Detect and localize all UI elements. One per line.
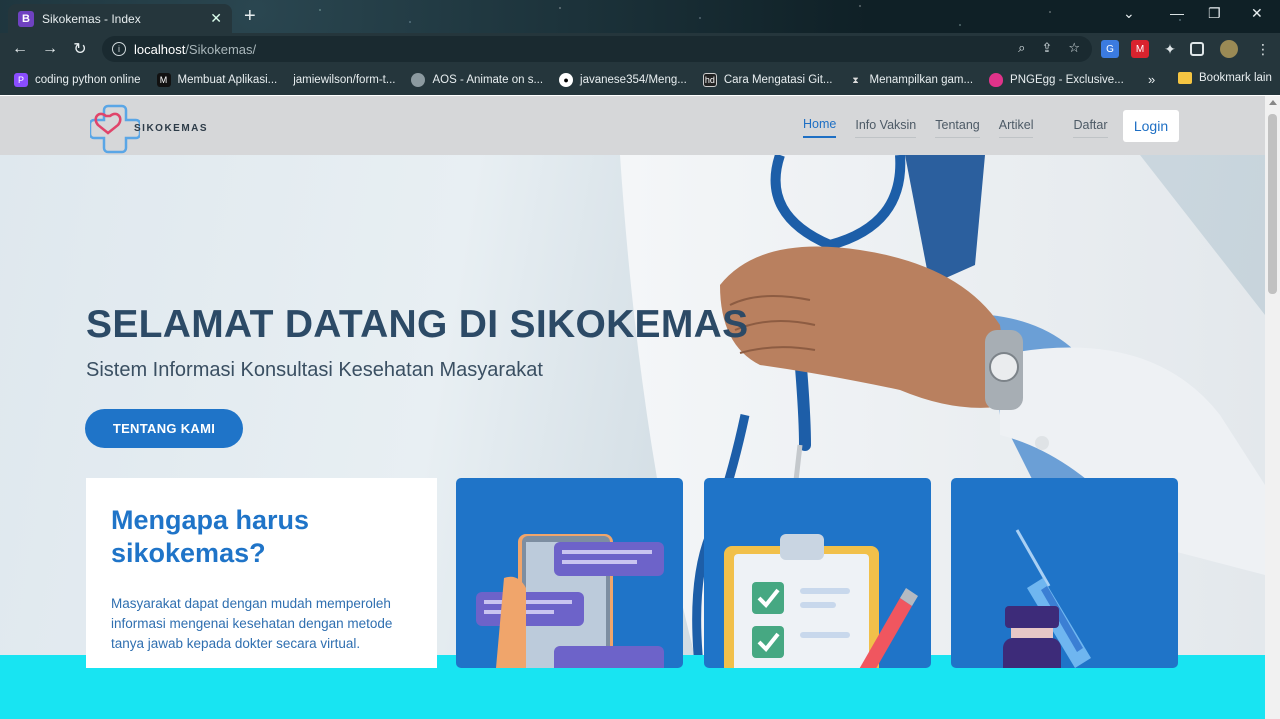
clipboard-checklist-icon	[724, 534, 918, 668]
bookmark-label: Cara Mengatasi Git...	[723, 74, 833, 86]
login-button[interactable]: Login	[1123, 110, 1179, 142]
star-bookmark-icon[interactable]: ☆	[1068, 40, 1080, 56]
back-icon[interactable]: ←	[5, 40, 35, 58]
hourglass-icon: ⧗	[852, 74, 859, 85]
browser-toolbar: ← → ↻ i localhost /Sikokemas/ ⌕ ⇪ ☆	[0, 33, 1280, 65]
more-bookmarks-icon[interactable]: »	[1148, 72, 1155, 87]
scrollbar-thumb[interactable]	[1268, 114, 1277, 294]
hd-icon: hd	[702, 73, 717, 87]
close-window-icon[interactable]: ✕	[1251, 5, 1263, 22]
nav-link-home[interactable]: Home	[803, 117, 837, 138]
bookmark-label: Membuat Aplikasi...	[177, 74, 278, 86]
close-tab-icon[interactable]: ✕	[210, 10, 222, 27]
zoom-icon[interactable]: ⌕	[1018, 40, 1025, 56]
register-link[interactable]: Daftar	[1073, 118, 1108, 138]
forward-icon[interactable]: →	[35, 40, 65, 58]
folder-icon	[1178, 72, 1192, 84]
feature-card-checklist[interactable]	[704, 478, 931, 668]
bookmark-item[interactable]: PNGEgg - Exclusive...	[989, 73, 1124, 87]
bookmark-label: AOS - Animate on s...	[432, 74, 544, 86]
bookmark-label: jamiewilson/form-t...	[293, 74, 396, 86]
globe-icon	[411, 73, 426, 87]
vaccine-syringe-icon	[1003, 529, 1091, 668]
dark-square-icon: M	[156, 73, 171, 87]
extensions-puzzle-icon[interactable]: ✦	[1161, 40, 1179, 58]
heart-cross-logo-icon	[90, 104, 140, 154]
site-navbar: SIKOKEMAS Home Info Vaksin Tentang Artik…	[0, 96, 1265, 155]
bookmark-label: Menampilkan gam...	[869, 74, 974, 86]
site-info-icon[interactable]: i	[112, 42, 126, 56]
bookmark-label: coding python online	[35, 74, 141, 86]
side-panel-icon[interactable]	[1190, 42, 1204, 56]
browser-tab[interactable]: B Sikokemas - Index ✕	[8, 4, 232, 33]
nav-links: Home Info Vaksin Tentang Artikel Daftar	[803, 117, 1127, 138]
tab-title: Sikokemas - Index	[42, 11, 141, 26]
bookmark-item[interactable]: ⧗ Menampilkan gam...	[848, 73, 973, 87]
bookmark-item[interactable]: P coding python online	[14, 73, 141, 87]
menu-kebab-icon[interactable]: ⋮	[1254, 40, 1272, 58]
address-bar[interactable]: i localhost /Sikokemas/ ⌕ ⇪ ☆	[102, 36, 1092, 62]
url-host: localhost	[134, 41, 186, 57]
bookmark-item[interactable]: jamiewilson/form-t...	[293, 74, 395, 86]
why-title: Mengapa harus sikokemas?	[111, 505, 310, 568]
site-logo[interactable]: SIKOKEMAS	[90, 102, 208, 154]
extension-red-icon[interactable]: M	[1131, 40, 1149, 58]
purple-p-icon: P	[14, 73, 28, 87]
page-viewport: SELAMAT DATANG DI SIKOKEMAS Sistem Infor…	[0, 96, 1280, 719]
chat-phone-icon	[476, 534, 664, 668]
browser-tab-strip: B Sikokemas - Index ✕ + ⌄ — ❐ ✕	[0, 0, 1280, 33]
egg-icon	[989, 73, 1004, 87]
restore-icon[interactable]: ❐	[1208, 5, 1221, 22]
why-text: Masyarakat dapat dengan mudah memperoleh…	[111, 595, 393, 652]
bookmarks-bar: P coding python online M Membuat Aplikas…	[0, 65, 1280, 95]
github-icon: ●	[559, 73, 574, 87]
nav-link-tentang[interactable]: Tentang	[935, 118, 980, 138]
hero-title: SELAMAT DATANG DI SIKOKEMAS	[86, 303, 749, 346]
tab-search-icon[interactable]: ⌄	[1123, 5, 1135, 22]
why-card: Mengapa harus sikokemas? Masyarakat dapa…	[86, 478, 437, 668]
minimize-icon[interactable]: —	[1170, 5, 1184, 21]
bookmark-label: javanese354/Meng...	[580, 74, 687, 86]
nav-link-info-vaksin[interactable]: Info Vaksin	[855, 118, 917, 138]
share-icon[interactable]: ⇪	[1041, 40, 1052, 56]
bootstrap-favicon-icon: B	[18, 10, 34, 27]
feature-card-consultation[interactable]	[456, 478, 683, 668]
google-translate-icon[interactable]: G	[1101, 40, 1119, 58]
about-us-button[interactable]: TENTANG KAMI	[85, 409, 243, 448]
bookmark-item[interactable]: ● javanese354/Meng...	[559, 73, 687, 87]
logo-text: SIKOKEMAS	[134, 122, 209, 134]
feature-card-vaccine[interactable]	[951, 478, 1178, 668]
bookmark-item[interactable]: AOS - Animate on s...	[411, 73, 543, 87]
other-bookmarks[interactable]: Bookmark lain	[1178, 72, 1272, 84]
page-scrollbar[interactable]	[1265, 96, 1280, 719]
scroll-up-icon[interactable]	[1269, 100, 1277, 105]
bookmark-item[interactable]: M Membuat Aplikasi...	[156, 73, 278, 87]
hero-subtitle: Sistem Informasi Konsultasi Kesehatan Ma…	[86, 359, 543, 381]
bookmark-item[interactable]: hd Cara Mengatasi Git...	[702, 73, 833, 87]
url-path: /Sikokemas/	[185, 41, 257, 57]
profile-avatar[interactable]	[1220, 40, 1238, 58]
nav-link-artikel[interactable]: Artikel	[998, 118, 1034, 138]
new-tab-icon[interactable]: +	[244, 5, 256, 28]
reload-icon[interactable]: ↻	[65, 39, 95, 59]
other-bookmarks-label: Bookmark lain	[1199, 72, 1272, 84]
bookmark-label: PNGEgg - Exclusive...	[1010, 74, 1124, 86]
